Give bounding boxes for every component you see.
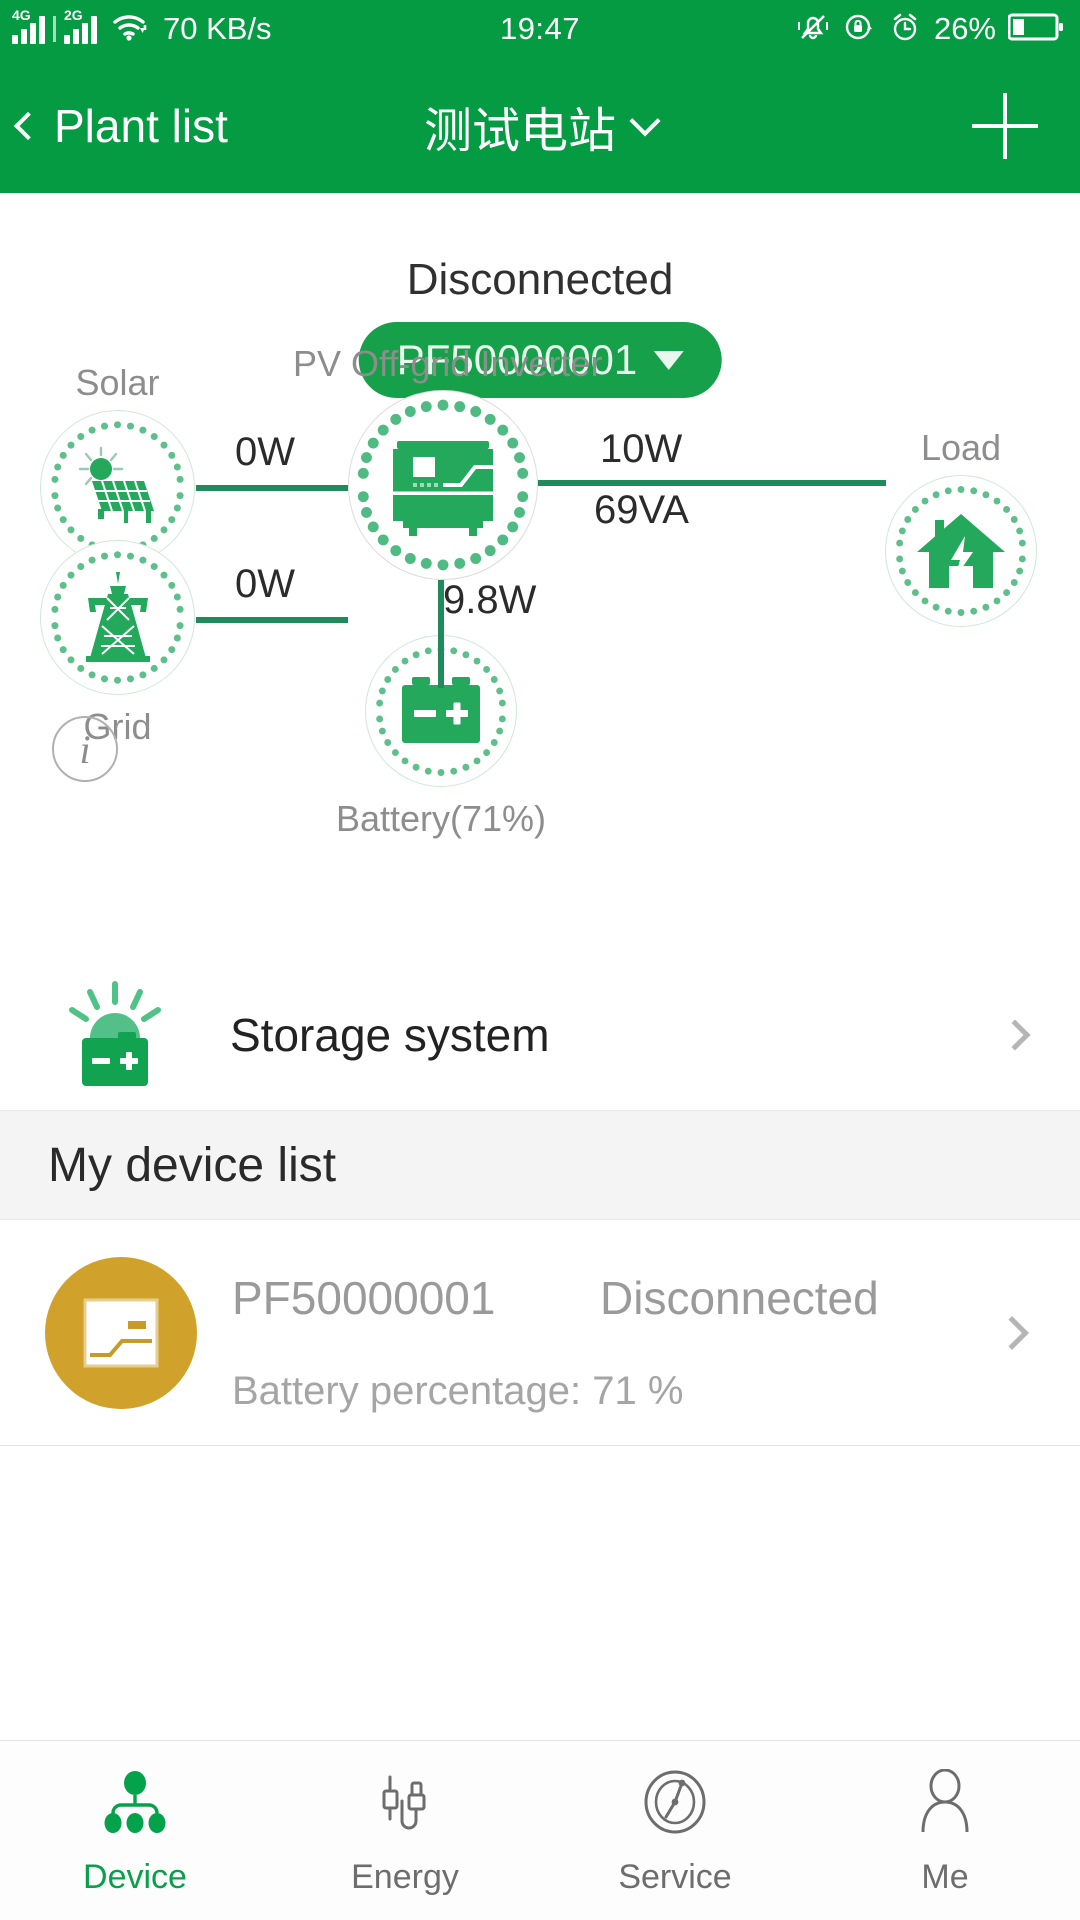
connection-status-label: Disconnected [406,255,674,304]
table-row[interactable]: PF50000001 Disconnected Battery percenta… [0,1221,1080,1446]
nav-item-me-label: Me [921,1858,969,1896]
rotation-lock-icon [842,10,876,49]
flow-node-grid[interactable]: Grid [40,540,195,747]
app-bar: Plant list 测试电站 [0,58,1080,193]
grid-ring-dots [51,551,184,684]
add-plant-button[interactable] [972,92,1038,159]
flow-node-inverter[interactable]: PV Off-grid Inverter [293,343,602,580]
flow-value-solar: 0W [235,430,295,474]
device-tree-icon [97,1764,173,1840]
flow-line-solar-inverter [196,485,348,491]
nav-item-service[interactable]: Service [540,1741,810,1920]
radar-dial-icon [637,1764,713,1840]
nav-item-energy-label: Energy [351,1858,459,1896]
inverter-avatar-icon [83,1298,159,1368]
alarm-clock-icon [888,10,922,49]
chevron-right-icon [995,1316,1029,1350]
flow-line-grid-inverter [196,617,348,623]
status-bar-right: 26% [796,10,1064,49]
device-name-label: PF50000001 [232,1272,496,1324]
flow-node-inverter-label: PV Off-grid Inverter [293,343,603,384]
avatar [45,1257,197,1409]
caret-down-icon [653,350,684,370]
flow-line-inverter-load [538,480,886,486]
chevron-left-icon [13,111,43,140]
person-icon [907,1764,983,1840]
energy-flow-diagram: Solar Grid i PV Off-grid Inverter Load B… [0,343,1080,950]
status-bar: 4G 2G 70 KB/s 19:47 26% [0,0,1080,58]
flow-value-load-watts: 10W [600,427,683,471]
device-list-section-title: My device list [48,1138,337,1192]
nav-item-device[interactable]: Device [0,1741,270,1920]
flow-value-grid: 0W [235,562,295,606]
plug-cable-icon [367,1764,443,1840]
nav-item-me[interactable]: Me [810,1741,1080,1920]
flow-node-grid-label: Grid [83,706,152,747]
bell-muted-icon [796,10,830,49]
chevron-right-icon [999,1019,1031,1051]
info-icon[interactable]: i [52,716,118,782]
grid-ring [40,540,195,695]
back-button-label: Plant list [54,99,228,152]
flow-value-load-va: 69VA [594,488,689,532]
battery-percent-label: 26% [933,11,996,46]
back-button[interactable]: Plant list [0,99,228,153]
load-ring [885,475,1037,627]
inverter-ring [348,390,538,580]
device-battery-label: Battery percentage: 71 % [232,1369,684,1413]
bottom-navigation: Device Energy Service Me [0,1740,1080,1920]
flow-node-battery-label: Battery(71%) [335,798,547,839]
flow-value-battery: 9.8W [443,578,537,622]
storage-system-label: Storage system [230,1009,550,1061]
device-list-section-header: My device list [0,1110,1080,1220]
page-title: 测试电站 [423,104,616,158]
chevron-down-icon[interactable] [629,104,661,137]
battery-icon [1007,12,1064,47]
app-root: 4G 2G 70 KB/s 19:47 26% Plant list 测试电站 … [0,0,1080,1920]
nav-item-device-label: Device [83,1858,187,1896]
nav-item-service-label: Service [618,1858,732,1896]
nav-item-energy[interactable]: Energy [270,1741,540,1920]
status-badge: Disconnected [600,1272,879,1324]
flow-node-solar-label: Solar [75,362,160,403]
inverter-ring-dots [357,399,529,571]
flow-node-load[interactable]: Load [885,427,1037,627]
storage-system-row[interactable]: Storage system [0,960,1080,1110]
storage-battery-icon [60,980,170,1090]
load-ring-dots [896,486,1026,616]
flow-node-load-label: Load [920,427,1002,468]
